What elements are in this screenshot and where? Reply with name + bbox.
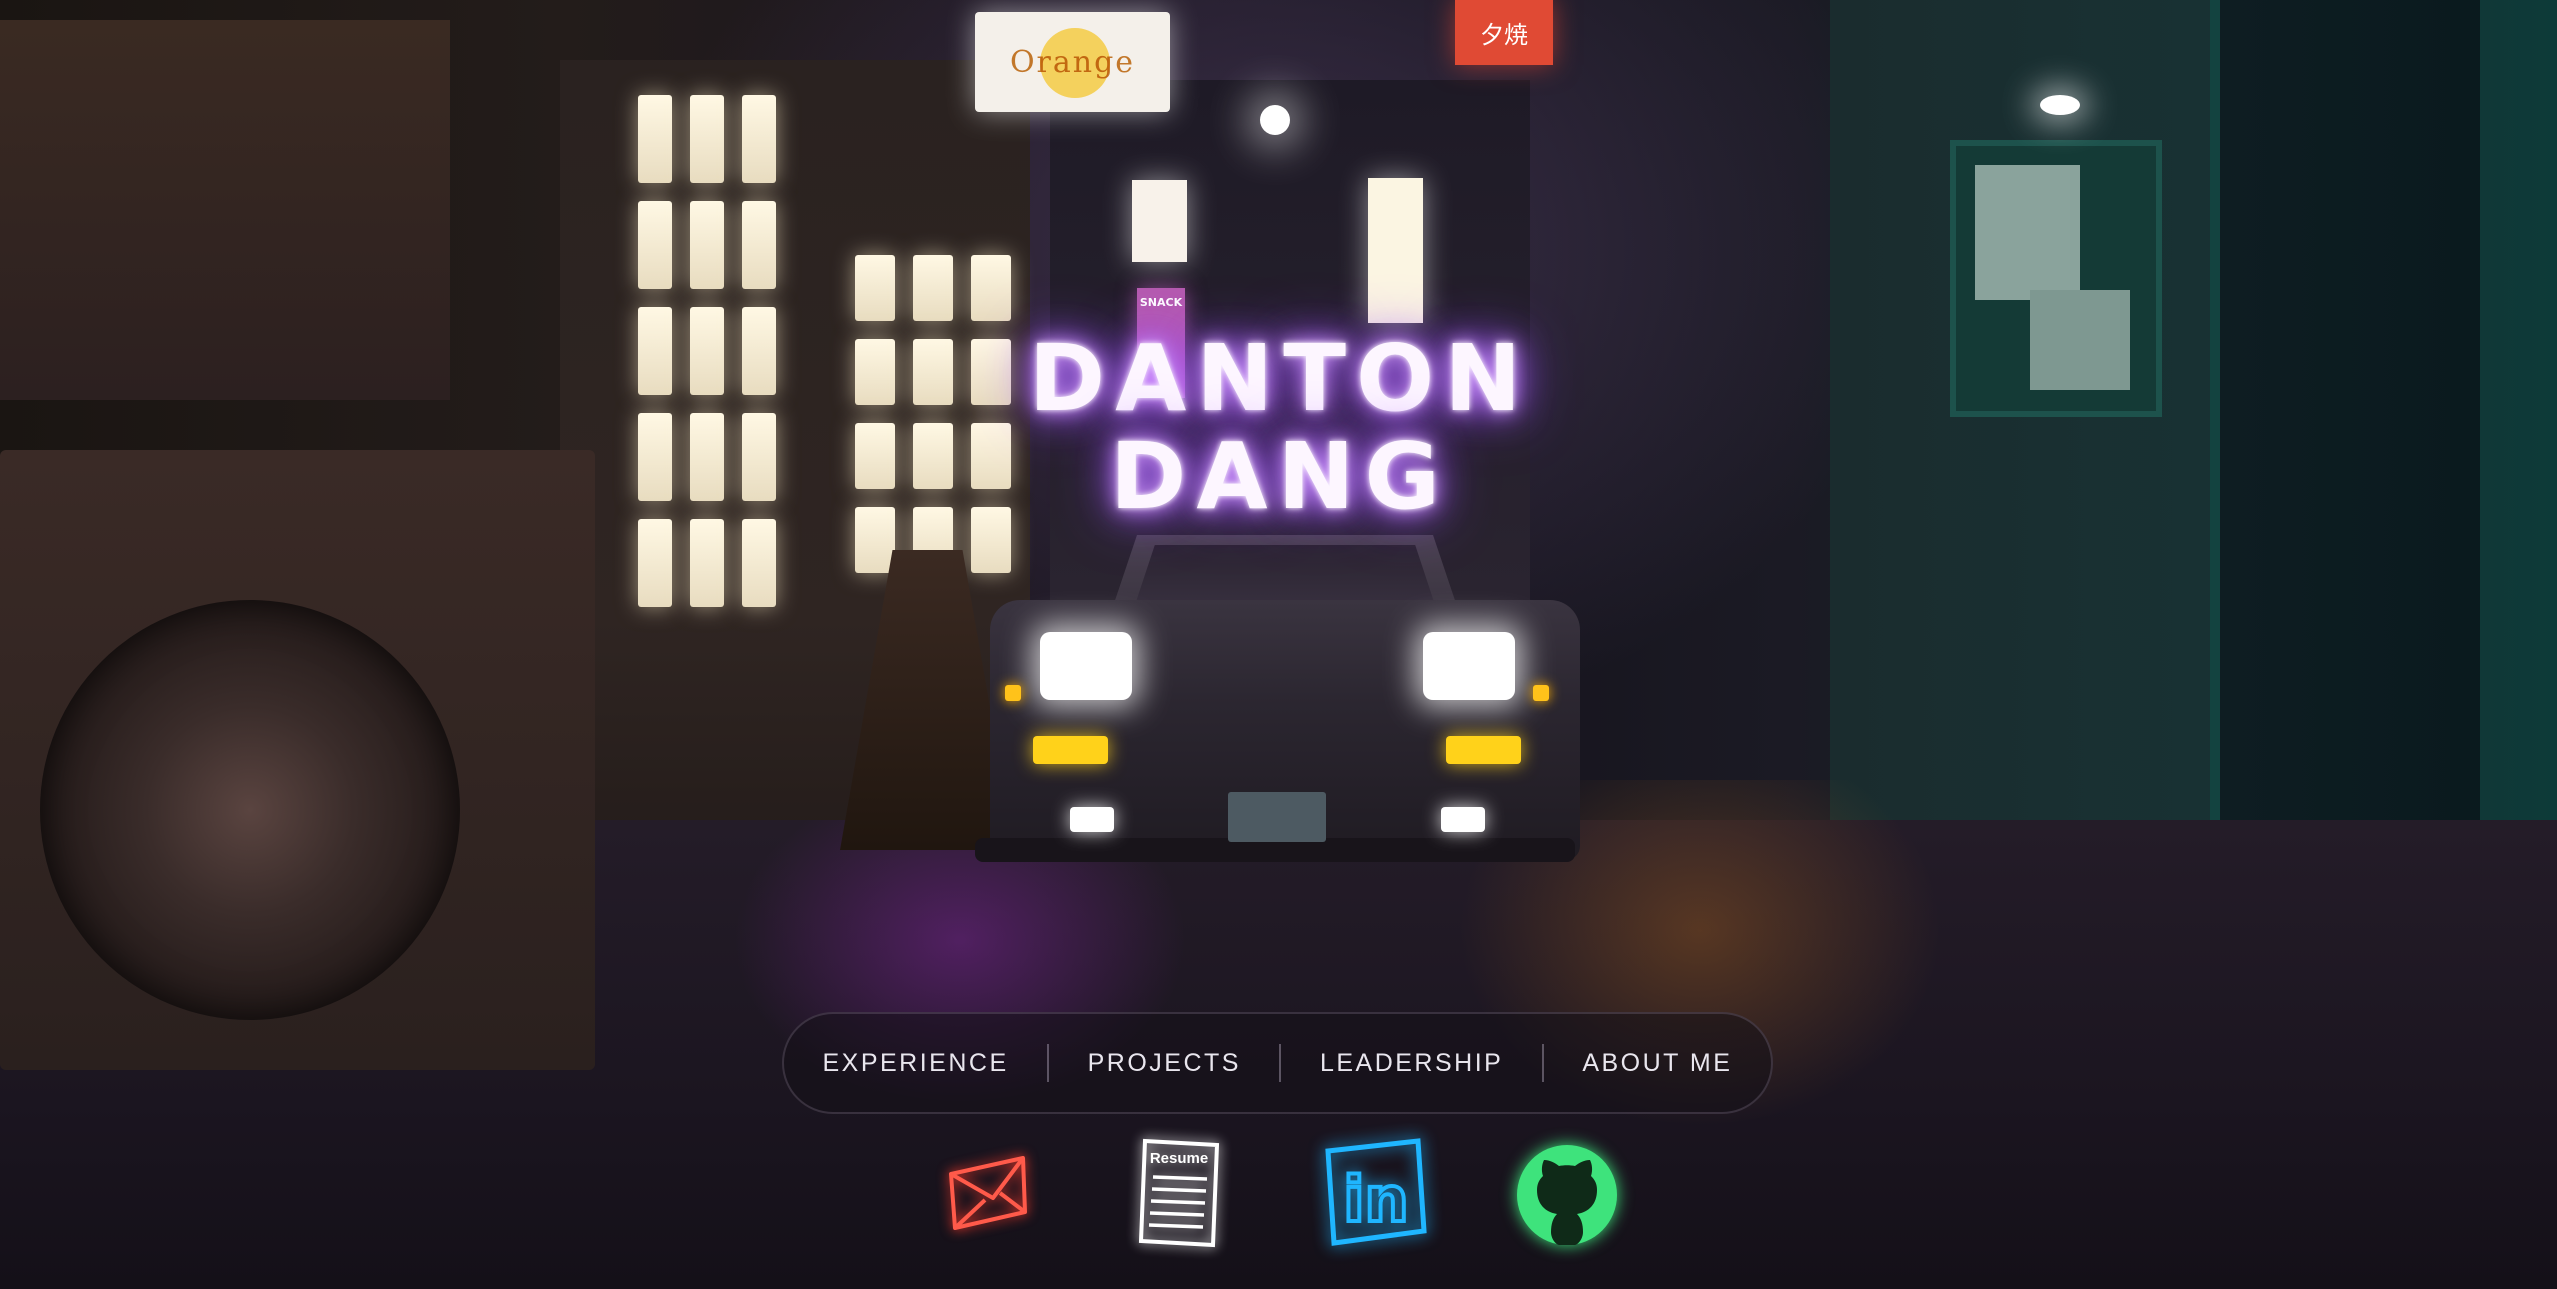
nav-divider [1047, 1044, 1050, 1082]
github-link[interactable] [1515, 1140, 1620, 1250]
title-line-first-name: DANTON [1028, 325, 1532, 432]
car-foglight-right [1446, 736, 1521, 764]
linkedin-icon: in [1325, 1138, 1427, 1246]
nav-item-projects[interactable]: PROJECTS [1068, 1049, 1261, 1078]
vertical-sign [1132, 180, 1187, 262]
red-shop-sign: 夕焼 [1455, 0, 1553, 65]
nav-item-about-me[interactable]: ABOUT ME [1562, 1049, 1752, 1078]
vertical-sign [1368, 178, 1423, 323]
car-lowlight-right [1441, 807, 1485, 832]
nav-item-leadership[interactable]: LEADERSHIP [1300, 1049, 1523, 1078]
hanging-lamp [1260, 105, 1290, 135]
envelope-icon [949, 1156, 1027, 1230]
air-conditioner-fan [40, 600, 460, 1020]
car-headlight-right [1423, 632, 1515, 700]
lit-shop-windows [855, 255, 1011, 573]
nav-divider [1279, 1044, 1282, 1082]
linkedin-link[interactable]: in [1320, 1135, 1430, 1250]
wall-mounted-box [0, 20, 450, 400]
car-indicator-left [1005, 685, 1021, 701]
red-sign-text: 夕焼 [1480, 21, 1528, 49]
notice-paper [2030, 290, 2130, 390]
resume-document-icon: Resume [1138, 1138, 1220, 1248]
car-license-plate [1228, 792, 1326, 842]
resume-label: Resume [1150, 1150, 1208, 1167]
nav-item-experience[interactable]: EXPERIENCE [802, 1049, 1028, 1078]
lit-door-windows [638, 95, 776, 607]
notice-paper [1975, 165, 2080, 300]
car-headlight-left [1040, 632, 1132, 700]
car-foglight-left [1033, 736, 1108, 764]
car-indicator-right [1533, 685, 1549, 701]
car-lowlight-left [1070, 807, 1114, 832]
title-line-last-name: DANG [1109, 423, 1451, 530]
linkedin-label: in [1343, 1163, 1408, 1236]
main-navigation: EXPERIENCE PROJECTS LEADERSHIP ABOUT ME [782, 1012, 1773, 1114]
resume-link[interactable]: Resume [1135, 1135, 1225, 1250]
wall-lamp [2040, 95, 2080, 115]
3d-alley-scene: Orange 夕焼 SNACK DANTON DANG EXPERIENCE P… [0, 0, 2557, 1289]
orange-sign-circle [1040, 28, 1110, 98]
github-icon [1517, 1145, 1617, 1245]
nav-divider [1541, 1044, 1544, 1082]
email-link[interactable] [945, 1150, 1030, 1235]
neon-title: DANTON DANG [1000, 330, 1560, 540]
